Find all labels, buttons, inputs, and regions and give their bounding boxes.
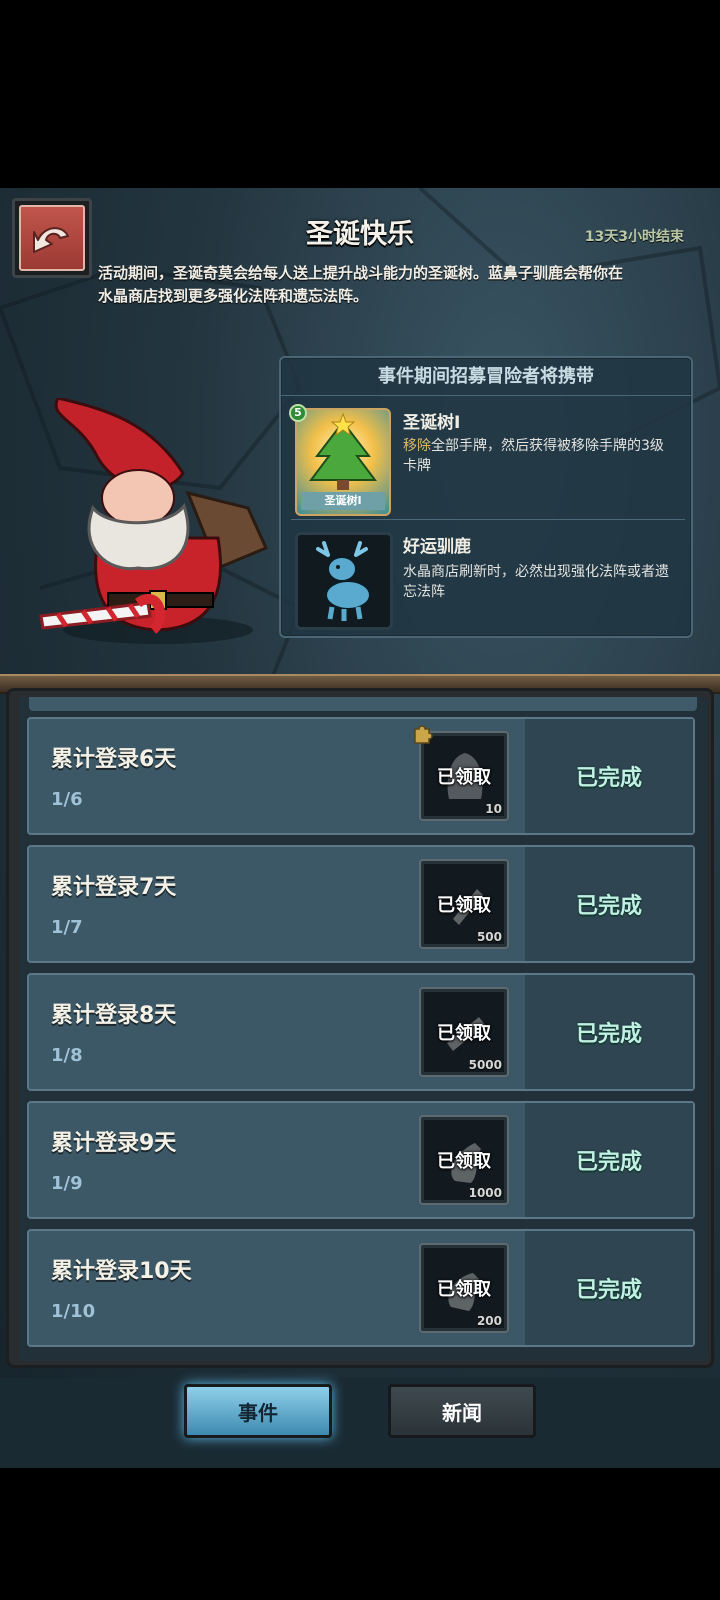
reward-slot[interactable]: 已领取 500 <box>419 859 509 949</box>
reward-count: 1000 <box>468 1186 502 1200</box>
task-title: 累计登录10天 <box>51 1259 192 1284</box>
task-progress: 1/7 <box>51 917 83 938</box>
item-name-christmas-tree: 圣诞树I <box>403 413 461 433</box>
reward-slot[interactable]: 已领取 200 <box>419 1243 509 1333</box>
task-row-day8: 累计登录8天 1/8 已领取 5000 已完成 <box>27 973 695 1091</box>
desc-rest: 全部手牌，然后获得被移除手牌的3级卡牌 <box>403 438 664 474</box>
task-title: 累计登录9天 <box>51 1131 177 1156</box>
santa-character-illustration <box>39 398 269 644</box>
completed-status: 已完成 <box>525 847 693 961</box>
reward-status: 已领取 <box>437 1023 491 1044</box>
carry-panel-header: 事件期间招募冒险者将携带 <box>281 358 691 396</box>
tab-events[interactable]: 事件 <box>184 1384 332 1438</box>
task-row-day10: 累计登录10天 1/10 已领取 200 已完成 <box>27 1229 695 1347</box>
reward-slot[interactable]: 已领取 5000 <box>419 987 509 1077</box>
item-desc-lucky-reindeer: 水晶商店刷新时，必然出现强化法阵或者遗忘法阵 <box>403 564 669 600</box>
reward-status: 已领取 <box>437 767 491 788</box>
task-title: 累计登录8天 <box>51 1003 177 1028</box>
completed-status: 已完成 <box>525 1103 693 1217</box>
carry-items-panel: 事件期间招募冒险者将携带 5 圣诞树I 圣诞树I 移除全部手牌，然后获得被移除手… <box>279 356 693 638</box>
tab-news[interactable]: 新闻 <box>388 1384 536 1438</box>
task-row-day7: 累计登录7天 1/7 已领取 500 已完成 <box>27 845 695 963</box>
event-screen: 圣诞快乐 13天3小时结束 活动期间，圣诞奇莫会给每人送上提升战斗能力的圣诞树。… <box>0 188 720 1468</box>
completed-status: 已完成 <box>525 1231 693 1345</box>
reward-count: 500 <box>476 930 502 944</box>
reward-status: 已领取 <box>437 1151 491 1172</box>
event-countdown: 13天3小时结束 <box>584 229 684 245</box>
list-top-strip <box>29 697 697 711</box>
task-title: 累计登录7天 <box>51 875 177 900</box>
event-description: 活动期间，圣诞奇莫会给每人送上提升战斗能力的圣诞树。蓝鼻子驯鹿会帮你在水晶商店找… <box>98 264 624 305</box>
task-row-day6: 累计登录6天 1/6 已领取 10 已完成 <box>27 717 695 835</box>
reward-status: 已领取 <box>437 1279 491 1300</box>
reward-status: 已领取 <box>437 895 491 916</box>
reward-count: 5000 <box>468 1058 502 1072</box>
task-progress: 1/8 <box>51 1045 83 1066</box>
task-row-day9: 累计登录9天 1/9 已领取 1000 已完成 <box>27 1101 695 1219</box>
completed-status: 已完成 <box>525 975 693 1089</box>
reindeer-icon <box>316 541 371 621</box>
item-name-lucky-reindeer: 好运驯鹿 <box>403 537 471 557</box>
reward-count: 10 <box>485 802 502 816</box>
reindeer-card[interactable] <box>295 532 393 630</box>
christmas-tree-card[interactable]: 5 圣诞树I <box>289 404 391 516</box>
task-list-frame: 累计登录6天 1/6 已领取 10 已完成 累计登录7天 1/7 已领取 500… <box>6 688 714 1368</box>
carry-item-christmas-tree[interactable]: 5 圣诞树I 圣诞树I 移除全部手牌，然后获得被移除手牌的3级卡牌 <box>289 404 685 520</box>
reward-count: 200 <box>476 1314 502 1328</box>
bottom-tab-bar: 事件 新闻 <box>0 1378 720 1468</box>
reward-slot[interactable]: 已领取 1000 <box>419 1115 509 1205</box>
item-desc-christmas-tree: 移除全部手牌，然后获得被移除手牌的3级卡牌 <box>403 436 671 476</box>
task-list[interactable]: 累计登录6天 1/6 已领取 10 已完成 累计登录7天 1/7 已领取 500… <box>19 697 707 1361</box>
task-title: 累计登录6天 <box>51 747 177 772</box>
task-progress: 1/10 <box>51 1301 96 1322</box>
puzzle-piece-icon <box>414 725 433 744</box>
christmas-tree-icon <box>309 412 377 490</box>
reward-slot[interactable]: 已领取 10 <box>414 725 509 821</box>
task-progress: 1/9 <box>51 1173 83 1194</box>
completed-status: 已完成 <box>525 719 693 833</box>
card-name-label: 圣诞树I <box>301 492 385 510</box>
desc-highlight: 移除 <box>403 438 431 454</box>
carry-item-lucky-reindeer[interactable]: 好运驯鹿 水晶商店刷新时，必然出现强化法阵或者遗忘法阵 <box>291 528 685 632</box>
task-progress: 1/6 <box>51 789 83 810</box>
